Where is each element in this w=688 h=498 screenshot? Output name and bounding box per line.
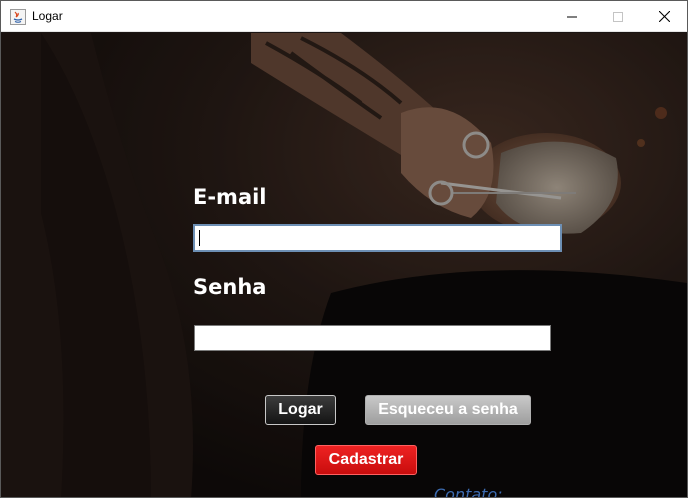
email-label: E-mail [193, 185, 267, 209]
close-icon [658, 11, 670, 22]
title-bar[interactable]: Logar [1, 1, 687, 32]
maximize-icon [613, 11, 623, 22]
java-app-icon [10, 9, 26, 25]
login-window: Logar E-mail Senha Logar Esqueceu a senh… [0, 0, 688, 498]
text-caret [199, 230, 200, 246]
login-button[interactable]: Logar [265, 395, 336, 425]
register-button[interactable]: Cadastrar [315, 445, 417, 475]
maximize-button[interactable] [595, 1, 641, 32]
contact-text: Contato: [434, 485, 503, 498]
close-button[interactable] [641, 1, 687, 32]
window-title: Logar [32, 9, 63, 23]
email-input[interactable] [193, 224, 562, 252]
password-input[interactable] [194, 325, 551, 351]
password-label: Senha [193, 275, 267, 299]
minimize-button[interactable] [549, 1, 595, 32]
barber-background-image [1, 33, 687, 497]
forgot-password-button[interactable]: Esqueceu a senha [365, 395, 531, 425]
minimize-icon [567, 16, 577, 17]
